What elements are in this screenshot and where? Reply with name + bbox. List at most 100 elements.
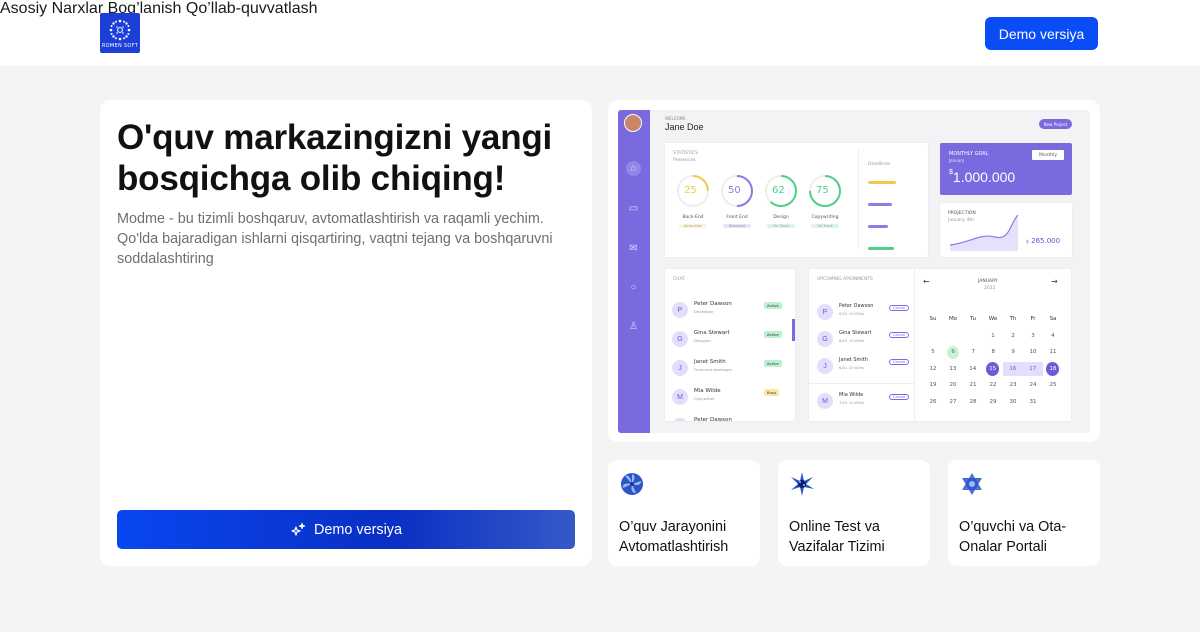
projection-chart: [949, 214, 1019, 251]
statistics-sub: Presences: [673, 158, 696, 163]
ring-label: Back-End: [682, 215, 704, 220]
weekday-label: Mo: [948, 316, 958, 323]
calendar-day: 2: [1011, 332, 1015, 339]
stat-ring: 75 Copywriting On Track: [807, 173, 843, 253]
list-item: P Peter Dawson: [672, 416, 790, 421]
hero-demo-button[interactable]: Demo versiya: [117, 510, 575, 549]
dash-user-name: Jane Doe: [665, 122, 704, 132]
star-burst-icon: [791, 472, 814, 496]
dash-welcome: WELCOME: [665, 116, 686, 121]
calendar-day: 28: [969, 398, 977, 405]
weekday-label: Su: [929, 316, 937, 323]
list-item: P Peter Dawson Developer Active: [672, 300, 790, 320]
chat-panel: CHAT P Peter Dawson Developer Active G Gina S…: [665, 269, 795, 421]
chat-name: Mia Wilde: [694, 388, 721, 394]
feature-label: Online Test va Vazifalar Tizimi: [789, 519, 885, 555]
nav-item-asosiy[interactable]: Asosiy: [0, 0, 47, 17]
calendar-day: 8: [991, 349, 995, 356]
appointment-meta: 6/01 10:00hs: [839, 338, 865, 343]
avatar: M: [817, 393, 833, 409]
ring-tag: Junior Dev: [679, 224, 707, 228]
nav-item-support[interactable]: Qo’llab-quvvatlash: [186, 0, 318, 17]
star-of-david-icon: [962, 473, 982, 495]
goal-amount: $1.000.000: [949, 169, 1015, 185]
chat-name: Peter Dawson: [694, 301, 732, 307]
calendar-day: 11: [1049, 349, 1057, 356]
appointment-meta: 6/01 10:00hs: [839, 365, 865, 370]
divider: [858, 149, 859, 249]
projection-amount: $ 265.000: [1026, 237, 1060, 245]
calendar-day: 1: [991, 332, 995, 339]
calendar: ← → JANUARY 2022 Su Mo Tu We Th Fr Sa 1 2 3 4 5 6 7 8 9…: [915, 269, 1071, 421]
avatar: M: [672, 389, 688, 405]
nav-item-narxlar[interactable]: Narxlar: [52, 0, 104, 17]
weekday-label: Fr: [1030, 316, 1036, 323]
site-header: ROMEN SOFT Asosiy Narxlar Bog’lanish Qo’…: [0, 0, 1200, 66]
avatar: P: [672, 418, 688, 421]
calendar-week: 1 2 3 4: [923, 328, 1063, 345]
chat-icon: ○: [630, 282, 637, 293]
calendar-day: 13: [949, 365, 957, 372]
chat-role: Designer: [694, 338, 712, 343]
list-item: M Mia Wilde Copywriter Busy: [672, 387, 790, 407]
weekday-label: We: [988, 316, 998, 323]
calendar-week: 5 6 7 8 9 10 11: [923, 344, 1063, 361]
logo-text: ROMEN SOFT: [101, 42, 139, 49]
appointments-panel: UPCOMING APOINMENTS P Peter Dawson 6/01 10…: [809, 269, 1071, 421]
appointment-name: Gina Stewart: [839, 330, 872, 336]
projection-panel: PROJECTION January 4th $ 265.000: [940, 203, 1072, 257]
divider: [809, 383, 914, 384]
chat-role: Front end developer: [694, 367, 733, 372]
feature-card-portal: O’quvchi va Ota-Onalar Portali: [948, 460, 1100, 566]
calendar-day: 26: [929, 398, 937, 405]
appointment-name: Mia Wilde: [839, 392, 864, 398]
feature-label: O’quv Jarayonini Avtomatlashtirish: [619, 519, 729, 555]
ring-label: Design: [773, 215, 789, 220]
user-icon: ♙: [629, 321, 638, 332]
monthly-goal-panel: MONTHLY GOAL January Monthly $1.000.000: [940, 143, 1072, 195]
feature-card-testing: Online Test va Vazifalar Tizimi: [778, 460, 930, 566]
list-item: G Gina Stewart 6/01 10:00hs Cancel: [817, 329, 911, 349]
avatar: G: [672, 331, 688, 347]
cancel-button: Cancel: [889, 305, 910, 311]
deadline-bar: [868, 181, 896, 184]
statistics-title: STATISTICS: [673, 151, 698, 156]
calendar-day: 25: [1049, 382, 1057, 389]
hero-title: O'quv markazingizni yangi bosqichga olib…: [117, 118, 553, 198]
appointment-meta: 7/01 10:00hs: [839, 400, 865, 405]
goal-period-select: Monthly: [1032, 150, 1064, 160]
home-icon: ⌂: [626, 161, 641, 176]
deadlines-title: Deadlines: [868, 162, 891, 167]
mail-icon: ✉: [629, 243, 638, 254]
calendar-day: 14: [969, 365, 977, 372]
appointment-name: Peter Dawson: [839, 303, 874, 309]
logo-star-icon: [109, 19, 131, 40]
ring-tag: On Track: [767, 224, 795, 228]
avatar: J: [672, 360, 688, 376]
ring-value: 50: [728, 185, 741, 196]
brand-logo[interactable]: ROMEN SOFT: [100, 13, 140, 53]
avatar: J: [817, 358, 833, 374]
weekday-label: Tu: [969, 316, 976, 323]
cancel-button: Cancel: [889, 359, 910, 365]
avatar: G: [817, 331, 833, 347]
calendar-icon: ▭: [628, 203, 639, 214]
dashboard-preview-card: ⌂ ▭ ✉ ○ ♙ WELCOME Jane Doe New Project S…: [608, 100, 1100, 442]
calendar-day: 21: [969, 382, 977, 389]
statistics-panel: STATISTICS Presences 25 Back-End Junior De…: [665, 143, 928, 257]
list-item: M Mia Wilde 7/01 10:00hs Cancel: [817, 391, 911, 411]
calendar-day: 19: [929, 382, 937, 389]
hero-card: O'quv markazingizni yangi bosqichga olib…: [100, 100, 592, 566]
header-demo-button[interactable]: Demo versiya: [985, 17, 1098, 50]
chat-name: Gina Stewart: [694, 330, 730, 336]
appointments-title: UPCOMING APOINMENTS: [817, 277, 873, 282]
deadline-bar: [868, 203, 892, 206]
dashboard-screenshot: ⌂ ▭ ✉ ○ ♙ WELCOME Jane Doe New Project S…: [618, 110, 1090, 433]
calendar-year: 2022: [984, 286, 996, 291]
calendar-week: 12 13 14 15 16 17 18: [923, 361, 1063, 378]
calendar-day: 3: [1031, 332, 1035, 339]
calendar-day: 29: [989, 398, 997, 405]
list-item: G Gina Stewart Designer Active: [672, 329, 790, 349]
ring-value: 75: [816, 185, 829, 196]
calendar-weekdays: Su Mo Tu We Th Fr Sa: [923, 311, 1063, 328]
